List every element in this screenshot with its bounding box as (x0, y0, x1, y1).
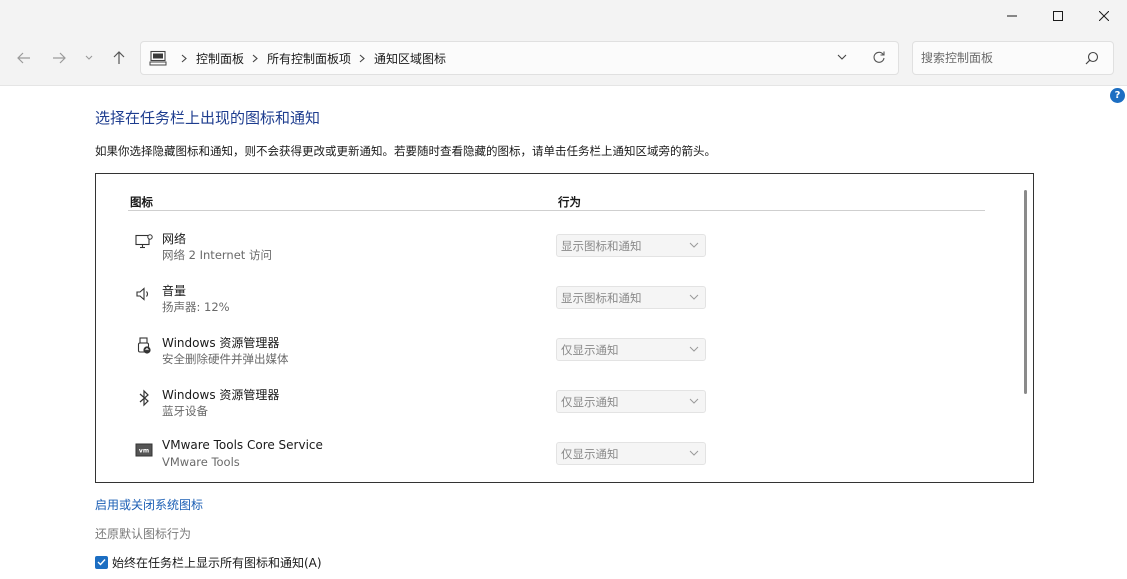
column-header-behavior: 行为 (558, 195, 581, 209)
address-history-button[interactable] (836, 51, 848, 66)
behavior-value: 仅显示通知 (561, 343, 619, 357)
item-description: VMware Tools (162, 455, 240, 469)
svg-text:vm: vm (139, 448, 149, 455)
arrow-left-icon (17, 52, 30, 64)
minimize-button[interactable] (989, 0, 1035, 32)
item-name: 音量 (162, 284, 187, 298)
page-title: 选择在任务栏上出现的图标和通知 (95, 109, 321, 127)
close-icon (1099, 11, 1109, 21)
behavior-value: 仅显示通知 (561, 395, 619, 409)
navigation-bar: 控制面板 所有控制面板项 通知区域图标 (0, 32, 1127, 86)
checkmark-icon (97, 559, 106, 566)
arrow-right-icon (53, 52, 66, 64)
list-item: vm VMware Tools Core Service VMware Tool… (96, 436, 996, 482)
window-controls (989, 0, 1127, 32)
chevron-down-icon (837, 54, 847, 60)
always-show-all-checkbox-row[interactable]: 始终在任务栏上显示所有图标和通知(A) (95, 554, 322, 570)
always-show-all-label: 始终在任务栏上显示所有图标和通知(A) (112, 555, 322, 570)
restore-defaults-link[interactable]: 还原默认图标行为 (95, 525, 191, 542)
always-show-all-checkbox[interactable] (95, 555, 108, 569)
breadcrumb-notification-icons[interactable]: 通知区域图标 (374, 50, 446, 67)
item-name: 网络 (162, 232, 187, 246)
behavior-dropdown[interactable]: 仅显示通知 (556, 442, 706, 465)
behavior-dropdown[interactable]: 显示图标和通知 (556, 234, 706, 257)
breadcrumb-separator (359, 54, 365, 63)
recent-locations-button[interactable] (79, 46, 99, 70)
close-button[interactable] (1081, 0, 1127, 32)
list-item: 音量 扬声器: 12% 显示图标和通知 (96, 280, 996, 332)
chevron-down-icon (85, 55, 93, 60)
behavior-value: 仅显示通知 (561, 447, 619, 461)
up-button[interactable] (106, 46, 132, 70)
usb-eject-icon (134, 336, 154, 356)
search-box[interactable] (912, 41, 1114, 75)
bluetooth-icon (134, 388, 154, 408)
chevron-down-icon (689, 294, 699, 300)
breadcrumb: 控制面板 所有控制面板项 通知区域图标 (149, 42, 446, 74)
breadcrumb-control-panel[interactable]: 控制面板 (196, 50, 244, 67)
chevron-down-icon (689, 450, 699, 456)
behavior-dropdown[interactable]: 仅显示通知 (556, 390, 706, 413)
column-header-icon: 图标 (130, 195, 153, 209)
list-item: 网络 网络 2 Internet 访问 显示图标和通知 (96, 228, 996, 280)
list-item: Windows 资源管理器 蓝牙设备 仅显示通知 (96, 384, 996, 436)
maximize-icon (1053, 11, 1063, 21)
vmware-icon: vm (134, 440, 154, 460)
item-description: 网络 2 Internet 访问 (162, 248, 272, 262)
maximize-button[interactable] (1035, 0, 1081, 32)
arrow-up-icon (113, 51, 125, 64)
breadcrumb-all-items[interactable]: 所有控制面板项 (267, 50, 351, 67)
title-bar (0, 0, 1127, 32)
item-description: 扬声器: 12% (162, 300, 230, 314)
chevron-down-icon (689, 346, 699, 352)
behavior-dropdown[interactable]: 仅显示通知 (556, 338, 706, 361)
item-name: Windows 资源管理器 (162, 336, 280, 350)
computer-icon (149, 50, 167, 66)
chevron-down-icon (689, 242, 699, 248)
item-name: Windows 资源管理器 (162, 388, 280, 402)
item-description: 蓝牙设备 (162, 404, 208, 418)
behavior-value: 显示图标和通知 (561, 291, 642, 305)
item-name: VMware Tools Core Service (162, 438, 323, 452)
back-button[interactable] (11, 46, 37, 70)
behavior-dropdown[interactable]: 显示图标和通知 (556, 286, 706, 309)
breadcrumb-separator (252, 54, 258, 63)
list-scrollbar[interactable] (1018, 174, 1033, 482)
refresh-button[interactable] (872, 50, 886, 67)
notification-icons-list: 图标 行为 网络 网络 2 Internet 访问 显示图标和通知 音量 扬声器… (95, 173, 1034, 483)
search-icon (1085, 51, 1099, 65)
chevron-down-icon (689, 398, 699, 404)
network-icon (134, 232, 154, 252)
scrollbar-thumb[interactable] (1024, 190, 1027, 394)
refresh-icon (873, 51, 885, 63)
behavior-value: 显示图标和通知 (561, 239, 642, 253)
forward-button[interactable] (46, 46, 72, 70)
breadcrumb-separator (181, 54, 187, 63)
list-item: Windows 资源管理器 安全删除硬件并弹出媒体 仅显示通知 (96, 332, 996, 384)
system-icons-link[interactable]: 启用或关闭系统图标 (95, 496, 203, 513)
address-bar[interactable]: 控制面板 所有控制面板项 通知区域图标 (140, 41, 899, 75)
page-description: 如果你选择隐藏图标和通知，则不会获得更改或更新通知。若要随时查看隐藏的图标，请单… (95, 144, 716, 158)
minimize-icon (1007, 15, 1017, 17)
header-divider (128, 210, 985, 211)
search-input[interactable] (921, 42, 1081, 74)
item-description: 安全删除硬件并弹出媒体 (162, 352, 289, 366)
volume-icon (134, 284, 154, 304)
help-icon[interactable]: ? (1110, 88, 1125, 103)
